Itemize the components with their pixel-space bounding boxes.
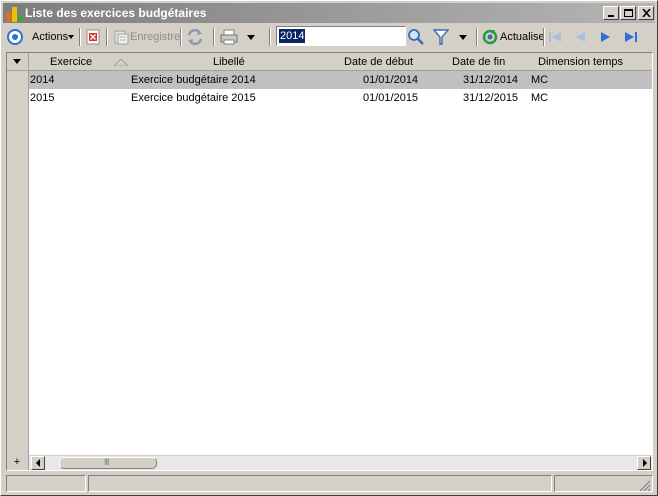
data-grid: + Exercice Libellé Date de début Date de…: [6, 52, 653, 471]
actions-menu-button[interactable]: Actions: [6, 27, 75, 47]
add-row-button[interactable]: +: [10, 457, 24, 469]
scroll-left-button[interactable]: [31, 456, 45, 470]
actions-label: Actions: [32, 31, 69, 43]
chevron-down-icon: [459, 34, 467, 40]
refresh-button[interactable]: Actualise: [482, 27, 545, 47]
thumb-grip: III: [104, 457, 109, 467]
first-record-button[interactable]: [547, 27, 563, 47]
cell-exercice: 2015: [30, 92, 55, 104]
scroll-thumb[interactable]: III: [59, 457, 157, 469]
cell-dimension: MC: [531, 92, 549, 104]
last-icon: [625, 32, 637, 42]
filter-icon: [433, 29, 449, 45]
next-record-button[interactable]: [598, 27, 614, 47]
cell-libelle: Exercice budgétaire 2015: [131, 92, 256, 104]
close-button[interactable]: [638, 6, 654, 20]
grid-menu-button[interactable]: [7, 53, 28, 71]
next-icon: [601, 32, 610, 42]
filter-dropdown-button[interactable]: [459, 27, 467, 47]
save-icon: [114, 30, 129, 45]
horizontal-scrollbar[interactable]: III: [29, 455, 652, 470]
previous-icon: [576, 32, 585, 42]
search-input[interactable]: 2014: [279, 29, 306, 43]
column-header-dimension[interactable]: Dimension temps: [538, 56, 623, 68]
print-dropdown-button[interactable]: [247, 27, 255, 47]
sort-ascending-icon[interactable]: [114, 59, 128, 66]
column-header-date-fin[interactable]: Date de fin: [452, 56, 505, 68]
toolbar-separator: [269, 28, 271, 46]
print-button[interactable]: [219, 27, 239, 47]
title-bar[interactable]: Liste des exercices budgétaires: [3, 3, 655, 23]
cell-exercice: 2014: [30, 74, 55, 86]
previous-record-button[interactable]: [572, 27, 588, 47]
printer-icon: [220, 29, 238, 45]
cell-libelle: Exercice budgétaire 2014: [131, 74, 256, 86]
delete-button[interactable]: [86, 27, 100, 47]
toolbar-separator: [79, 28, 81, 46]
cell-date-fin: 31/12/2014: [463, 74, 519, 86]
arrow-left-icon: [36, 459, 40, 467]
chevron-down-icon: [13, 59, 21, 64]
sync-icon: [187, 28, 203, 46]
grid-header: Exercice Libellé Date de début Date de f…: [29, 53, 652, 71]
row-header-column: +: [7, 53, 29, 470]
status-panel-middle: [88, 475, 552, 492]
cell-date-debut: 01/01/2014: [363, 74, 419, 86]
cell-date-debut: 01/01/2015: [363, 92, 419, 104]
toolbar-separator: [543, 28, 545, 46]
toolbar-separator: [106, 28, 108, 46]
resize-grip-icon[interactable]: [639, 480, 651, 492]
save-button[interactable]: Enregistre: [113, 27, 180, 47]
search-field[interactable]: 2014: [276, 26, 406, 46]
window-title: Liste des exercices budgétaires: [25, 6, 207, 20]
toolbar-separator: [213, 28, 215, 46]
cell-date-fin: 31/12/2015: [463, 92, 519, 104]
last-record-button[interactable]: [623, 27, 639, 47]
search-button[interactable]: [407, 27, 425, 47]
sync-button[interactable]: [186, 27, 204, 47]
first-icon: [549, 32, 561, 42]
column-header-exercice[interactable]: Exercice: [50, 56, 92, 68]
delete-icon: [86, 29, 100, 45]
maximize-button[interactable]: [620, 6, 636, 20]
column-header-libelle[interactable]: Libellé: [213, 56, 245, 68]
app-icon: [6, 7, 23, 22]
refresh-icon: [482, 29, 498, 45]
table-row[interactable]: 2015 Exercice budgétaire 2015 01/01/2015…: [29, 89, 652, 107]
target-icon: [7, 29, 23, 45]
toolbar-separator: [180, 28, 182, 46]
minimize-icon: [608, 15, 614, 17]
arrow-right-icon: [643, 459, 647, 467]
refresh-label: Actualise: [500, 31, 545, 43]
close-icon: [642, 9, 651, 17]
cell-dimension: MC: [531, 74, 549, 86]
status-bar: [3, 474, 655, 493]
chevron-down-icon: [247, 34, 255, 40]
scroll-right-button[interactable]: [637, 456, 651, 470]
column-header-date-debut[interactable]: Date de début: [344, 56, 413, 68]
minimize-button[interactable]: [603, 6, 619, 20]
search-icon: [408, 29, 424, 45]
toolbar: Actions Enregistre 2014 Actualise: [3, 25, 655, 49]
status-panel-left: [6, 475, 86, 492]
dropdown-arrow-icon: [68, 35, 75, 39]
toolbar-separator: [476, 28, 478, 46]
save-label: Enregistre: [130, 31, 181, 43]
budget-years-window: Liste des exercices budgétaires Actions: [0, 0, 658, 496]
table-row[interactable]: 2014 Exercice budgétaire 2014 01/01/2014…: [29, 71, 652, 89]
maximize-icon: [624, 9, 633, 17]
filter-button[interactable]: [433, 27, 449, 47]
